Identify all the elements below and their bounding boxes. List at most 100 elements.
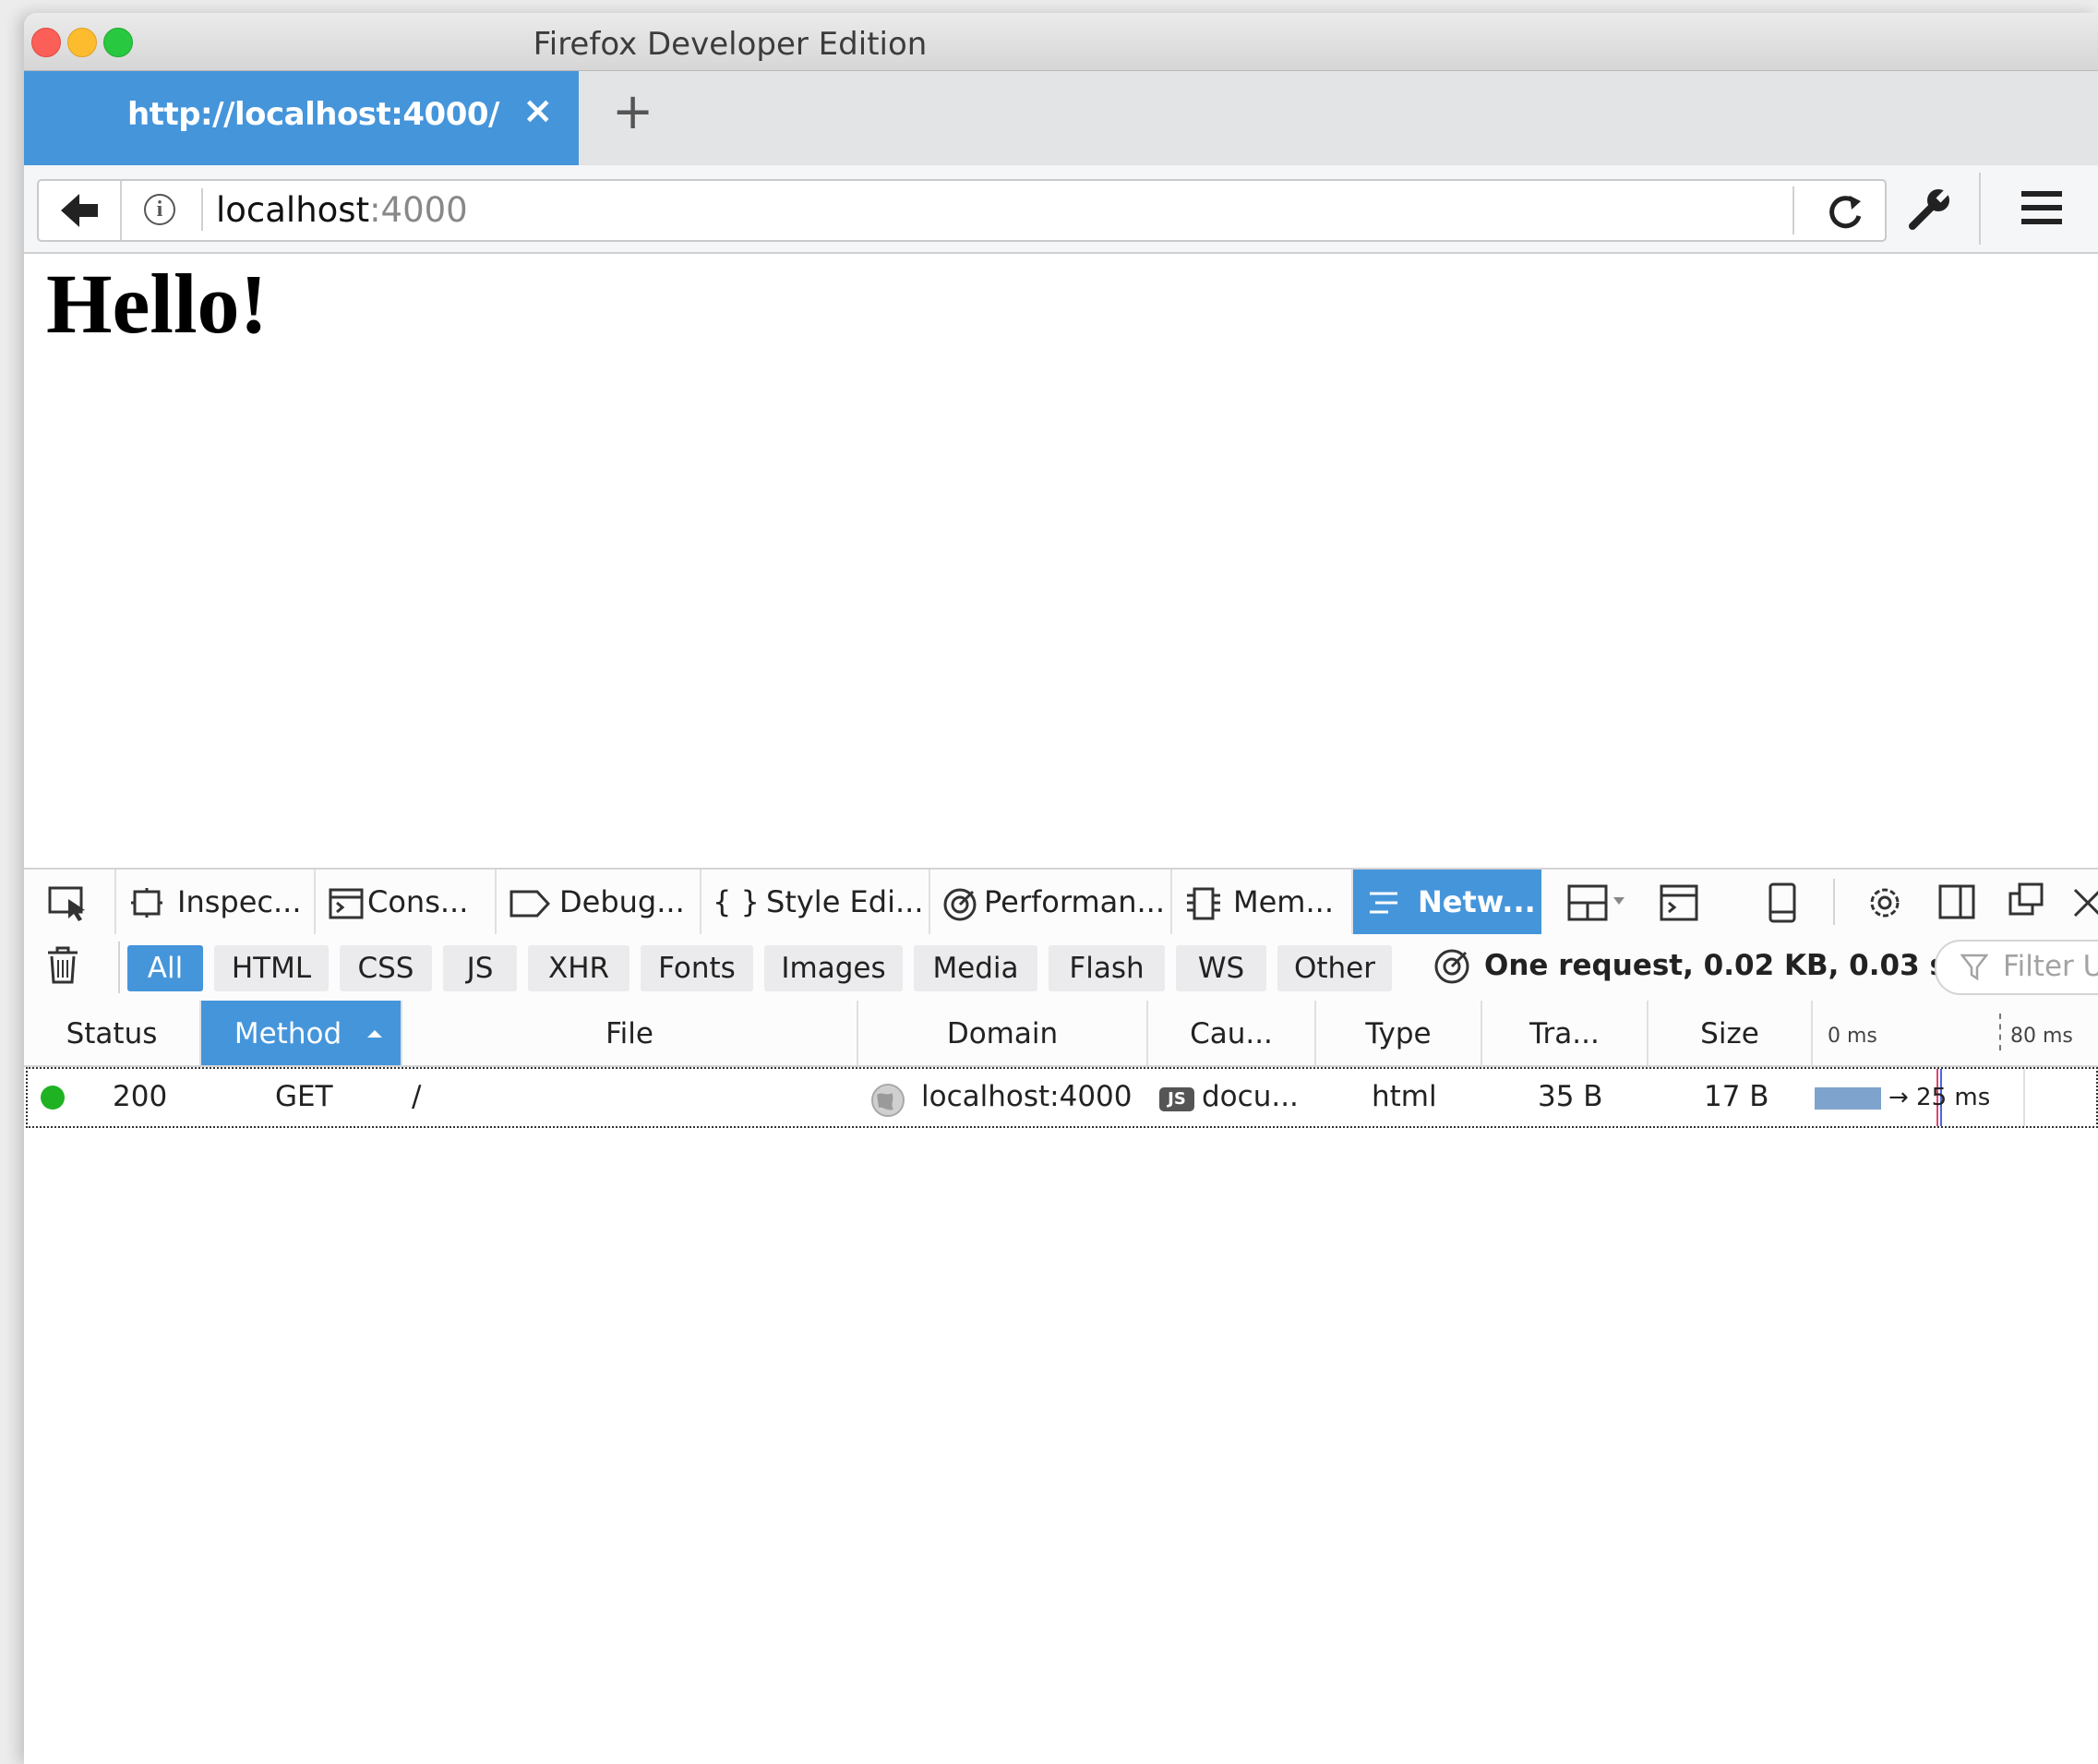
column-transferred[interactable]: Tra... xyxy=(1482,1001,1648,1065)
element-picker-button[interactable] xyxy=(24,870,116,936)
memory-icon xyxy=(1187,887,1220,920)
stopwatch-icon xyxy=(1434,949,1469,984)
tab-style-editor[interactable]: { } Style Edi... xyxy=(701,870,930,936)
column-transferred-label: Tra... xyxy=(1529,1017,1600,1050)
devtools-settings-button[interactable] xyxy=(1864,882,1905,923)
toolbar-separator xyxy=(1979,173,1981,245)
new-tab-button[interactable]: + xyxy=(612,82,653,140)
tab-network[interactable]: Netw... xyxy=(1353,870,1541,936)
tab-performance[interactable]: Performan... xyxy=(930,870,1172,936)
responsive-design-button[interactable] xyxy=(1767,882,1798,925)
filter-ws[interactable]: WS xyxy=(1176,945,1266,991)
column-type[interactable]: Type xyxy=(1316,1001,1482,1065)
devtools-toolbar: Inspec... Cons... Debug... { } Style Edi… xyxy=(24,868,2098,938)
column-status[interactable]: Status xyxy=(24,1001,201,1065)
column-file-label: File xyxy=(605,1017,653,1050)
column-method[interactable]: Method xyxy=(201,1001,402,1065)
menu-button[interactable] xyxy=(2020,188,2064,227)
tab-inspector[interactable]: Inspec... xyxy=(116,870,316,936)
column-size-label: Size xyxy=(1700,1017,1759,1050)
reload-button[interactable] xyxy=(1824,190,1866,233)
column-domain-label: Domain xyxy=(946,1017,1059,1050)
reload-icon xyxy=(1829,196,1862,229)
filter-flash[interactable]: Flash xyxy=(1049,945,1165,991)
filter-divider xyxy=(118,942,120,993)
column-waterfall[interactable]: 0 ms 80 ms xyxy=(1813,1001,2098,1065)
filter-media[interactable]: Media xyxy=(914,945,1037,991)
clear-requests-button[interactable] xyxy=(44,945,81,986)
request-row[interactable]: 200 GET / localhost:4000 JS docu... html… xyxy=(26,1067,2098,1128)
waterfall-mark-label: 80 ms xyxy=(2010,1025,2073,1048)
dock-side-button[interactable] xyxy=(1938,884,1975,921)
split-console-button[interactable] xyxy=(1660,884,1700,923)
filter-all[interactable]: All xyxy=(127,945,203,991)
tab-close-icon[interactable]: × xyxy=(522,90,554,132)
separate-window-icon xyxy=(2008,882,2044,916)
split-console-icon xyxy=(1660,884,1698,921)
style-editor-icon: { } xyxy=(713,884,760,919)
page-heading: Hello! xyxy=(46,257,269,351)
element-picker-icon xyxy=(48,886,85,921)
filter-html[interactable]: HTML xyxy=(214,945,329,991)
waterfall-tick xyxy=(1999,1014,2001,1050)
tab-localhost[interactable]: http://localhost:4000/ × xyxy=(24,71,579,165)
filter-urls-input[interactable]: Filter U xyxy=(1935,940,2098,995)
reload-separator xyxy=(1792,186,1794,234)
close-devtools-button[interactable] xyxy=(2071,886,2098,919)
filter-images[interactable]: Images xyxy=(764,945,903,991)
request-size: 17 B xyxy=(1704,1080,1769,1113)
column-file[interactable]: File xyxy=(402,1001,858,1065)
column-type-label: Type xyxy=(1365,1017,1432,1050)
close-icon xyxy=(2073,888,2098,918)
tab-style-editor-label: Style Edi... xyxy=(766,884,924,919)
site-info-icon[interactable]: i xyxy=(144,194,175,225)
request-summary: One request, 0.02 KB, 0.03 s xyxy=(1484,949,1947,982)
tab-console-label: Cons... xyxy=(367,884,469,919)
tab-title: http://localhost:4000/ xyxy=(127,96,499,133)
url-field[interactable]: localhost:4000 xyxy=(216,190,468,230)
column-cause[interactable]: Cau... xyxy=(1148,1001,1316,1065)
trash-icon xyxy=(48,946,78,984)
filter-xhr[interactable]: XHR xyxy=(528,945,629,991)
column-size[interactable]: Size xyxy=(1648,1001,1813,1065)
tab-debugger-label: Debug... xyxy=(559,884,685,919)
navigation-bar: i localhost:4000 xyxy=(24,165,2098,254)
window-title: Firefox Developer Edition xyxy=(533,26,928,63)
url-bar[interactable]: i localhost:4000 xyxy=(37,179,1887,242)
cause-js-badge: JS xyxy=(1159,1087,1194,1111)
filter-funnel-icon xyxy=(1960,954,1988,981)
column-domain[interactable]: Domain xyxy=(858,1001,1148,1065)
browser-window: Firefox Developer Edition http://localho… xyxy=(24,13,2098,1764)
inspector-icon xyxy=(131,888,162,918)
request-table-header: Status Method File Domain Cau... Type Tr… xyxy=(24,1001,2098,1067)
url-separator xyxy=(201,188,203,231)
status-indicator xyxy=(41,1086,65,1110)
request-transferred: 35 B xyxy=(1538,1080,1603,1113)
request-domain: localhost:4000 xyxy=(921,1080,1133,1113)
tab-console[interactable]: Cons... xyxy=(316,870,497,936)
request-method: GET xyxy=(275,1080,333,1113)
filter-js[interactable]: JS xyxy=(443,945,517,991)
back-button[interactable] xyxy=(39,181,122,240)
filter-fonts[interactable]: Fonts xyxy=(641,945,753,991)
layout-picker-button[interactable] xyxy=(1567,884,1632,923)
column-status-label: Status xyxy=(66,1017,158,1050)
developer-tools-button[interactable] xyxy=(1907,186,1953,232)
tab-performance-label: Performan... xyxy=(984,884,1166,919)
filter-css[interactable]: CSS xyxy=(340,945,432,991)
column-cause-label: Cau... xyxy=(1190,1017,1273,1050)
filter-other[interactable]: Other xyxy=(1277,945,1392,991)
request-timing: → 25 ms xyxy=(1888,1084,1991,1111)
tab-memory[interactable]: Mem... xyxy=(1172,870,1353,936)
filter-placeholder: Filter U xyxy=(2003,950,2098,983)
tab-strip: http://localhost:4000/ × + xyxy=(24,71,2098,165)
gear-icon xyxy=(1870,888,1900,918)
responsive-design-icon xyxy=(1768,882,1796,923)
waterfall-gridline xyxy=(2023,1069,2025,1126)
globe-icon xyxy=(871,1084,905,1117)
network-filter-bar: All HTML CSS JS XHR Fonts Images Media F… xyxy=(24,934,2098,1002)
undock-button[interactable] xyxy=(2008,882,2045,919)
performance-analysis-button[interactable] xyxy=(1433,947,1471,986)
tab-debugger[interactable]: Debug... xyxy=(497,870,701,936)
sort-ascending-icon xyxy=(367,1030,382,1038)
